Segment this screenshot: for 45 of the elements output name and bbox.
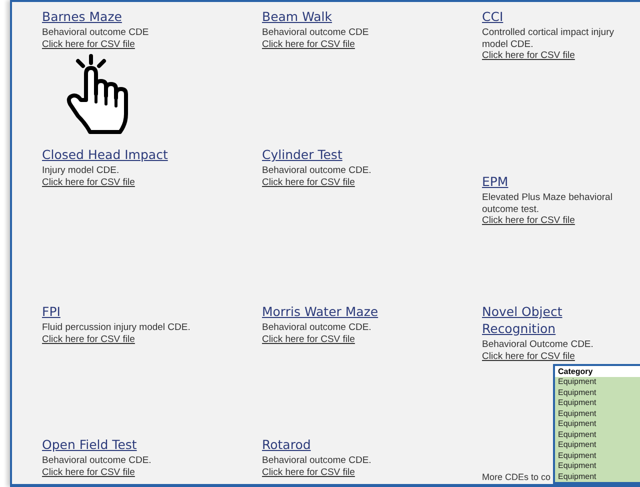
cde-title-link[interactable]: Morris Water Maze	[262, 303, 378, 320]
table-cell-text: Equipment	[557, 472, 598, 482]
cde-title-link[interactable]: EPM	[482, 173, 508, 190]
csv-link[interactable]: Click here for CSV file	[262, 334, 355, 345]
cde-title-link[interactable]: Beam Walk	[262, 8, 332, 25]
cde-description: Controlled cortical impact injury model CDE.	[482, 27, 615, 50]
table-cell-text: Equipment	[557, 461, 598, 472]
csv-link[interactable]: Click here for CSV file	[262, 176, 355, 188]
column-header: Category	[555, 366, 640, 377]
cde-title-link[interactable]: Closed Head Impact	[42, 146, 168, 163]
cde-title-link[interactable]: Barnes Maze	[42, 8, 122, 25]
table-cell-text: Equipment	[557, 440, 598, 450]
cde-description: Elevated Plus Maze behavioral outcome test.	[482, 192, 614, 215]
csv-link[interactable]: Click here for CSV file	[482, 350, 575, 362]
cde-title-link[interactable]: Open Field Test	[42, 436, 137, 453]
csv-link[interactable]: Click here for CSV file	[482, 50, 575, 62]
csv-link[interactable]: Click here for CSV file	[42, 176, 135, 188]
csv-link[interactable]: Click here for CSV file	[482, 215, 575, 226]
csv-link[interactable]: Click here for CSV file	[262, 466, 355, 478]
cde-title-link[interactable]: Rotarod	[262, 436, 311, 453]
cde-description: Behavioral outcome CDE.	[262, 455, 372, 466]
cde-description: Behavioral Outcome CDE.	[482, 339, 594, 350]
csv-link[interactable]: Click here for CSV file	[42, 466, 135, 478]
cde-description: Behavioral outcome CDE.	[262, 165, 372, 176]
table-cell-text: Equipment	[557, 398, 598, 408]
table-cell-text: Equipment	[557, 430, 598, 440]
more-note: More CDEs to co	[482, 472, 551, 482]
table-cell-text: Equipment	[557, 419, 598, 430]
table-cell-text: Equipment	[557, 377, 598, 388]
cde-description: Behavioral outcome CDE.	[42, 455, 152, 466]
table-cell-text: Equipment	[557, 388, 598, 398]
table-cell-text: Equipment	[557, 408, 598, 419]
cde-description: Behavioral outcome CDE	[262, 27, 369, 38]
cde-description: Behavioral outcome CDE.	[262, 322, 372, 334]
cde-description: Fluid percussion injury model CDE.	[42, 322, 190, 334]
csv-link[interactable]: Click here for CSV file	[42, 334, 135, 345]
cde-title-link[interactable]: CCI	[482, 8, 504, 25]
cde-title-link[interactable]: Cylinder Test	[262, 146, 342, 163]
cde-title-link[interactable]: Novel Object Recognition	[482, 303, 632, 337]
csv-link[interactable]: Click here for CSV file	[262, 38, 355, 50]
cde-description: Injury model CDE.	[42, 165, 120, 176]
csv-link[interactable]: Click here for CSV file	[42, 38, 135, 50]
cde-title-link[interactable]: FPI	[42, 303, 60, 320]
table-cell-text: Equipment	[557, 450, 598, 461]
cde-description: Behavioral outcome CDE	[42, 27, 149, 38]
